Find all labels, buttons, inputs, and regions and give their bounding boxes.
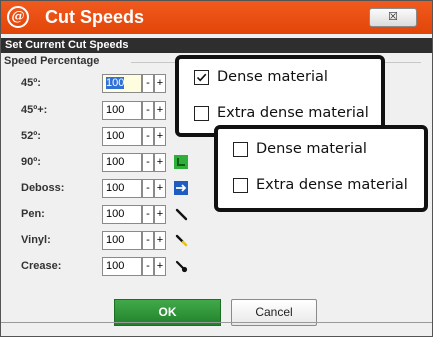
row-label-45: 45º: (21, 77, 41, 89)
material-options-callout-bottom: Dense material Extra dense material (214, 125, 428, 212)
title-bar: @ Cut Speeds ☒ (1, 1, 432, 34)
bottom-divider (1, 322, 432, 323)
row-label-45-plus: 45º+: (21, 104, 48, 116)
pen-tool-icon (175, 208, 188, 221)
dense-material-option-top[interactable]: Dense material (194, 69, 328, 85)
speed-input-45[interactable]: 100 (102, 74, 142, 93)
increment-button-52[interactable]: + (154, 127, 166, 146)
speed-input-pen[interactable]: 100 (102, 205, 142, 224)
increment-button-90[interactable]: + (154, 153, 166, 172)
row-label-pen: Pen: (21, 208, 45, 220)
increment-button-vinyl[interactable]: + (154, 231, 166, 250)
decrement-button-crease[interactable]: - (142, 257, 154, 276)
row-label-deboss: Deboss: (21, 182, 65, 194)
cut-speeds-dialog: @ Cut Speeds ☒ Set Current Cut Speeds Sp… (0, 0, 433, 337)
extra-dense-material-checkbox-top[interactable] (194, 105, 209, 121)
close-button[interactable]: ☒ (369, 8, 417, 27)
decrement-button-vinyl[interactable]: - (142, 231, 154, 250)
decrement-button-45[interactable]: - (142, 74, 154, 93)
speed-value-52: 100 (106, 130, 125, 142)
dense-material-checkbox-bottom[interactable] (233, 141, 248, 157)
speed-input-45-plus[interactable]: 100 (102, 101, 142, 120)
section-header: Set Current Cut Speeds (1, 38, 432, 53)
window-title: Cut Speeds (45, 7, 145, 27)
decrement-button-52[interactable]: - (142, 127, 154, 146)
vinyl-tool-icon (175, 234, 188, 247)
speed-value-pen: 100 (106, 208, 125, 220)
increment-button-crease[interactable]: + (154, 257, 166, 276)
group-title: Speed Percentage (4, 55, 104, 67)
speed-value-deboss: 100 (106, 182, 125, 194)
dense-material-label-top: Dense material (217, 69, 328, 85)
speed-value-vinyl: 100 (106, 234, 125, 246)
checkmark-icon (196, 73, 207, 81)
speed-value-45-plus: 100 (106, 104, 125, 116)
dense-material-checkbox-top[interactable] (194, 69, 209, 85)
decrement-button-pen[interactable]: - (142, 205, 154, 224)
increment-button-deboss[interactable]: + (154, 179, 166, 198)
decrement-button-45-plus[interactable]: - (142, 101, 154, 120)
speed-value-90: 100 (106, 156, 125, 168)
speed-value-45: 100 (106, 77, 125, 89)
extra-dense-material-option-top[interactable]: Extra dense material (194, 105, 369, 121)
decrement-button-deboss[interactable]: - (142, 179, 154, 198)
extra-dense-material-label-top: Extra dense material (217, 105, 369, 121)
app-logo-icon: @ (7, 6, 29, 28)
increment-button-pen[interactable]: + (154, 205, 166, 224)
row-label-vinyl: Vinyl: (21, 234, 51, 246)
increment-button-45-plus[interactable]: + (154, 101, 166, 120)
row-label-52: 52º: (21, 130, 41, 142)
speed-value-crease: 100 (106, 260, 125, 272)
extra-dense-material-label-bottom: Extra dense material (256, 177, 408, 193)
speed-input-52[interactable]: 100 (102, 127, 142, 146)
increment-button-45[interactable]: + (154, 74, 166, 93)
deboss-tool-icon (174, 181, 188, 195)
extra-dense-material-checkbox-bottom[interactable] (233, 177, 248, 193)
row-label-90: 90º: (21, 156, 41, 168)
decrement-button-90[interactable]: - (142, 153, 154, 172)
speed-input-deboss[interactable]: 100 (102, 179, 142, 198)
speed-input-vinyl[interactable]: 100 (102, 231, 142, 250)
dense-material-option-bottom[interactable]: Dense material (233, 141, 367, 157)
row-label-crease: Crease: (21, 260, 62, 272)
dense-material-label-bottom: Dense material (256, 141, 367, 157)
extra-dense-material-option-bottom[interactable]: Extra dense material (233, 177, 408, 193)
corner-tool-icon (174, 155, 188, 169)
crease-tool-icon (175, 260, 188, 273)
speed-input-90[interactable]: 100 (102, 153, 142, 172)
speed-input-crease[interactable]: 100 (102, 257, 142, 276)
